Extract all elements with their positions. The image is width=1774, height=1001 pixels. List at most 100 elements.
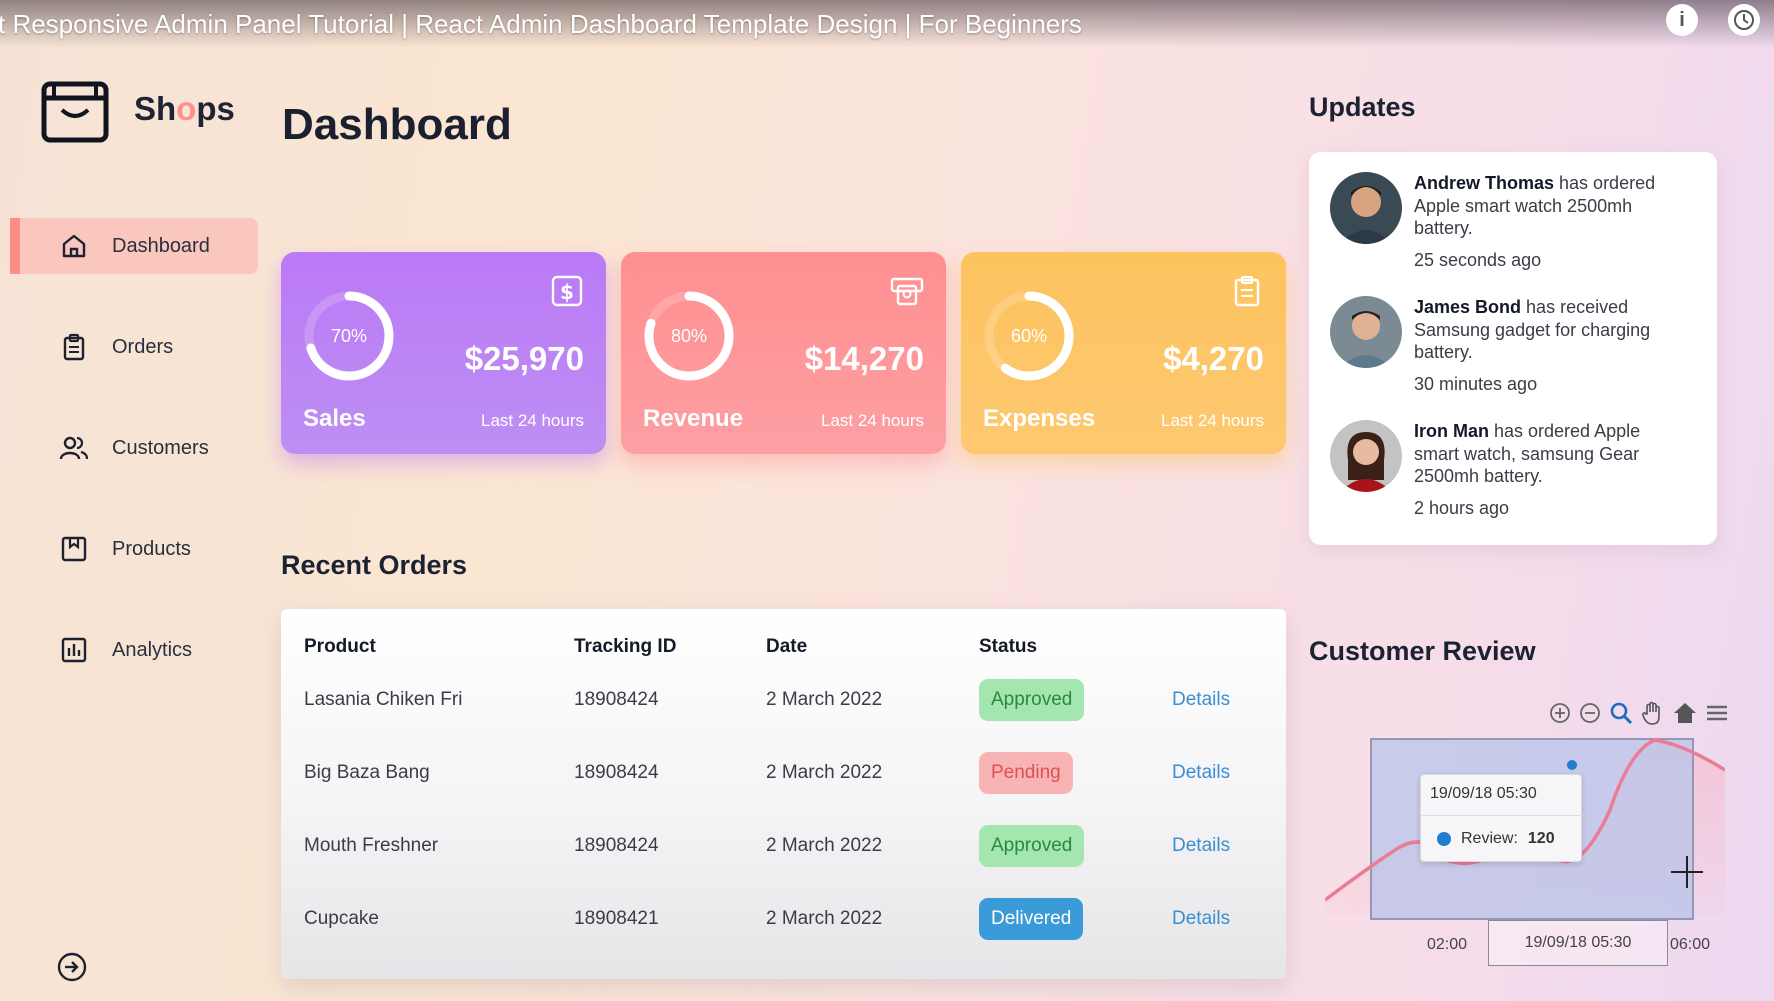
table-row[interactable]: Lasania Chiken Fri 18908424 2 March 2022… [304, 663, 1264, 736]
product-cell: Big Baza Bang [304, 761, 430, 783]
summary-cards: 70% $ $25,970 Sales Last 24 hours 80% $1… [281, 252, 1286, 454]
card-title: Revenue [643, 405, 744, 432]
sales-card[interactable]: 70% $ $25,970 Sales Last 24 hours [281, 252, 606, 454]
avatar [1330, 420, 1402, 492]
product-cell: Mouth Freshner [304, 834, 439, 856]
video-title-bar: t Responsive Admin Panel Tutorial | Reac… [0, 0, 1774, 48]
update-item[interactable]: Andrew Thomas has ordered Apple smart wa… [1330, 172, 1684, 271]
update-item[interactable]: James Bond has received Samsung gadget f… [1330, 296, 1684, 395]
column-header-actions [1172, 631, 1264, 663]
update-time: 30 minutes ago [1414, 373, 1538, 394]
sign-out-icon[interactable] [55, 950, 89, 989]
home-icon [56, 228, 92, 264]
status-badge: Approved [979, 678, 1085, 721]
sidebar-item-label: Analytics [112, 638, 193, 661]
update-name: Iron Man [1414, 421, 1489, 441]
x-axis-label: 02:00 [1427, 936, 1468, 953]
shopping-bag-icon [41, 81, 109, 143]
updates-panel: Andrew Thomas has ordered Apple smart wa… [1309, 152, 1717, 545]
table-row[interactable]: Cupcake 18908421 2 March 2022 Delivered … [304, 882, 1264, 955]
recent-orders-table: Product Tracking ID Date Status Lasania … [281, 609, 1286, 979]
update-item[interactable]: Iron Man has ordered Apple smart watch, … [1330, 420, 1684, 519]
table-row[interactable]: Big Baza Bang 18908424 2 March 2022 Pend… [304, 736, 1264, 809]
zoom-in-icon[interactable] [1548, 701, 1572, 725]
card-period: Last 24 hours [480, 411, 584, 430]
tracking-cell: 18908424 [574, 834, 659, 856]
chart-tooltip: 19/09/18 05:30 Review: 120 [1420, 774, 1583, 862]
status-badge: Approved [979, 824, 1085, 867]
expenses-card[interactable]: 60% $4,270 Expenses Last 24 hours [961, 252, 1286, 454]
details-link[interactable]: Details [1172, 689, 1230, 710]
data-point-marker [1567, 760, 1577, 770]
details-link[interactable]: Details [1172, 908, 1230, 929]
table-header-row: Product Tracking ID Date Status [304, 631, 1264, 663]
sidebar-item-label: Products [112, 537, 191, 560]
package-icon [56, 531, 92, 567]
product-cell: Cupcake [304, 907, 379, 929]
avatar [1330, 296, 1402, 368]
users-icon [56, 430, 92, 466]
date-cell: 2 March 2022 [766, 907, 883, 929]
revenue-card[interactable]: 80% $14,270 Revenue Last 24 hours [621, 252, 946, 454]
tracking-cell: 18908424 [574, 688, 659, 710]
card-title: Sales [303, 405, 366, 432]
customer-review-title: Customer Review [1309, 636, 1536, 666]
card-amount: $14,270 [804, 340, 924, 377]
video-title: t Responsive Admin Panel Tutorial | Reac… [0, 8, 1082, 39]
tracking-cell: 18908421 [574, 907, 659, 929]
updates-title: Updates [1309, 92, 1416, 122]
money-icon [890, 277, 924, 306]
menu-icon[interactable] [1704, 700, 1730, 726]
zoom-out-icon[interactable] [1578, 701, 1602, 725]
table-row[interactable]: Mouth Freshner 18908424 2 March 2022 App… [304, 809, 1264, 882]
info-icon[interactable]: i [1666, 4, 1698, 36]
date-cell: 2 March 2022 [766, 834, 883, 856]
tooltip-series: Review: [1461, 830, 1518, 847]
sidebar-item-orders[interactable]: Orders [10, 319, 258, 375]
column-header[interactable]: Status [979, 631, 1172, 663]
card-amount: $4,270 [1163, 340, 1264, 377]
sidebar-item-products[interactable]: Products [10, 521, 258, 577]
clipboard-icon [1234, 275, 1260, 307]
page-title: Dashboard [282, 100, 512, 149]
date-cell: 2 March 2022 [766, 761, 883, 783]
avatar [1330, 172, 1402, 244]
home-icon[interactable] [1672, 700, 1698, 726]
card-amount: $25,970 [464, 340, 584, 377]
tooltip-value: 120 [1527, 830, 1555, 847]
column-header[interactable]: Date [766, 631, 979, 663]
clock-icon[interactable] [1728, 4, 1760, 36]
recent-orders-title: Recent Orders [281, 550, 468, 580]
bar-chart-icon [56, 632, 92, 668]
series-marker [1437, 832, 1451, 846]
status-badge: Pending [979, 751, 1073, 794]
column-header[interactable]: Tracking ID [574, 631, 766, 663]
brand-name: Shops [134, 90, 235, 127]
x-axis-label: 06:00 [1670, 936, 1711, 953]
update-name: Andrew Thomas [1414, 173, 1555, 193]
sidebar-item-label: Orders [112, 335, 174, 358]
svg-text:$: $ [560, 280, 574, 304]
sidebar-item-customers[interactable]: Customers [10, 420, 258, 476]
date-cell: 2 March 2022 [766, 688, 883, 710]
sidebar-item-label: Dashboard [112, 234, 210, 257]
tracking-cell: 18908424 [574, 761, 659, 783]
magnifier-icon[interactable] [1608, 700, 1634, 726]
sidebar-item-analytics[interactable]: Analytics [10, 622, 258, 678]
progress-percent: 80% [670, 325, 708, 346]
update-name: James Bond [1414, 297, 1522, 317]
progress-percent: 60% [1010, 325, 1048, 346]
update-time: 25 seconds ago [1414, 249, 1542, 270]
details-link[interactable]: Details [1172, 835, 1230, 856]
sidebar-item-dashboard[interactable]: Dashboard [10, 218, 258, 274]
status-badge: Delivered [979, 897, 1084, 940]
update-time: 2 hours ago [1414, 497, 1510, 518]
pan-hand-icon[interactable] [1640, 700, 1666, 726]
product-cell: Lasania Chiken Fri [304, 688, 463, 710]
details-link[interactable]: Details [1172, 762, 1230, 783]
card-period: Last 24 hours [1160, 411, 1264, 430]
brand-logo[interactable]: Shops [40, 74, 235, 144]
tooltip-date: 19/09/18 05:30 [1430, 785, 1537, 802]
card-period: Last 24 hours [820, 411, 924, 430]
column-header[interactable]: Product [304, 631, 574, 663]
